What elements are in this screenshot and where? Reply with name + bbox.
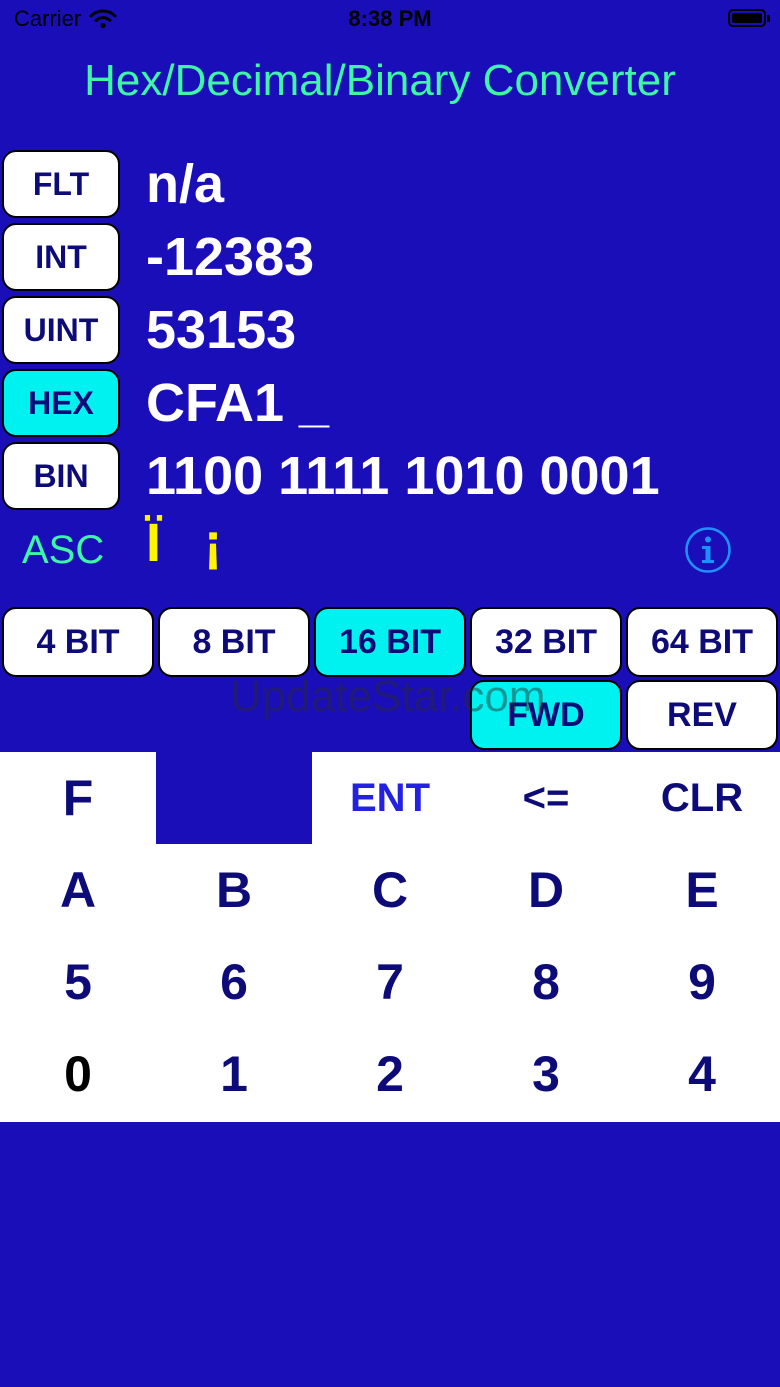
row-bin: BIN 1100 1111 1010 0001 [2, 441, 660, 511]
page-title: Hex/Decimal/Binary Converter [84, 56, 676, 105]
key-3[interactable]: 3 [468, 1028, 624, 1120]
key-f[interactable]: F [0, 752, 156, 844]
16-bit-button[interactable]: 16 BIT [314, 607, 466, 677]
info-icon[interactable] [684, 526, 732, 574]
keypad: F ENT <= CLR A B C D E 5 6 7 8 9 0 1 2 3… [0, 752, 780, 1122]
key-b[interactable]: B [156, 844, 312, 936]
key-9[interactable]: 9 [624, 936, 780, 1028]
8-bit-button[interactable]: 8 BIT [158, 607, 310, 677]
battery-icon [728, 9, 770, 27]
clear-key[interactable]: CLR [624, 752, 780, 844]
key-5[interactable]: 5 [0, 936, 156, 1028]
key-c[interactable]: C [312, 844, 468, 936]
flt-value: n/a [146, 154, 225, 214]
rev-button[interactable]: REV [626, 680, 778, 750]
uint-button[interactable]: UINT [2, 296, 120, 364]
key-d[interactable]: D [468, 844, 624, 936]
clock: 8:38 PM [348, 6, 432, 31]
bin-value: 1100 1111 1010 0001 [146, 446, 660, 506]
64-bit-button[interactable]: 64 BIT [626, 607, 778, 677]
asc-value: Ï ¡ [146, 513, 236, 573]
row-int: INT -12383 [2, 222, 314, 292]
key-e[interactable]: E [624, 844, 780, 936]
bin-button[interactable]: BIN [2, 442, 120, 510]
key-8[interactable]: 8 [468, 936, 624, 1028]
hex-button[interactable]: HEX [2, 369, 120, 437]
key-2[interactable]: 2 [312, 1028, 468, 1120]
row-hex: HEX CFA1 _ [2, 368, 329, 438]
4-bit-button[interactable]: 4 BIT [2, 607, 154, 677]
asc-label: ASC [22, 528, 105, 572]
key-4[interactable]: 4 [624, 1028, 780, 1120]
key-7[interactable]: 7 [312, 936, 468, 1028]
fwd-button[interactable]: FWD [470, 680, 622, 750]
key-6[interactable]: 6 [156, 936, 312, 1028]
row-flt: FLT n/a [2, 149, 224, 219]
int-value: -12383 [146, 227, 315, 287]
status-bar: Carrier 8:38 PM [0, 0, 780, 40]
int-button[interactable]: INT [2, 223, 120, 291]
32-bit-button[interactable]: 32 BIT [470, 607, 622, 677]
key-a[interactable]: A [0, 844, 156, 936]
enter-key[interactable]: ENT [312, 752, 468, 844]
key-1[interactable]: 1 [156, 1028, 312, 1120]
hex-value: CFA1 _ [146, 373, 330, 433]
backspace-key[interactable]: <= [468, 752, 624, 844]
uint-value: 53153 [146, 300, 297, 360]
key-0[interactable]: 0 [0, 1028, 156, 1120]
flt-button[interactable]: FLT [2, 150, 120, 218]
key-blank [156, 752, 312, 844]
row-uint: UINT 53153 [2, 295, 296, 365]
